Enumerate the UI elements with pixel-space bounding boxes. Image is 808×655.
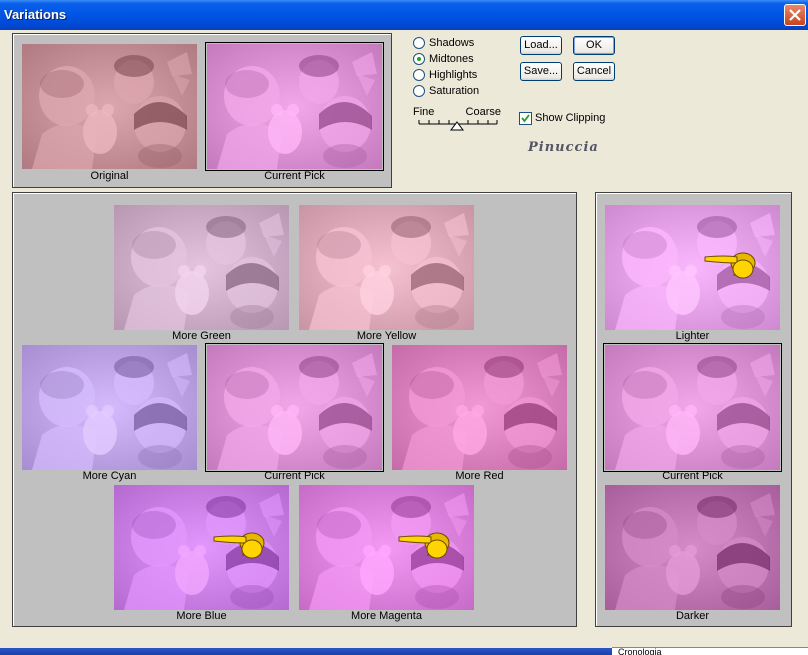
more-red-thumbnail[interactable] <box>392 345 567 470</box>
photo-image <box>207 345 382 470</box>
photo-image <box>114 205 289 330</box>
radio-circle[interactable] <box>413 37 425 49</box>
photo-image <box>605 205 780 330</box>
darker-caption: Darker <box>675 610 709 622</box>
radio-circle[interactable] <box>413 53 425 65</box>
fine-coarse-slider[interactable]: Fine Coarse <box>413 106 501 136</box>
lighter-thumbnail[interactable] <box>605 205 780 330</box>
more-magenta-thumbnail[interactable] <box>299 485 474 610</box>
darker-thumbnail[interactable] <box>605 485 780 610</box>
lighter-caption: Lighter <box>675 330 710 342</box>
radio-circle[interactable] <box>413 69 425 81</box>
more-blue-thumbnail[interactable] <box>114 485 289 610</box>
more-magenta-caption: More Magenta <box>351 610 422 622</box>
radio-circle[interactable] <box>413 85 425 97</box>
photo-image <box>605 485 780 610</box>
photo-image <box>392 345 567 470</box>
more-green-caption: More Green <box>172 330 231 342</box>
cancel-button[interactable]: Cancel <box>573 62 615 81</box>
ok-button[interactable]: OK <box>573 36 615 55</box>
radio-highlights[interactable]: Highlights <box>413 68 477 82</box>
coarse-label: Coarse <box>465 106 501 118</box>
more-cyan-caption: More Cyan <box>82 470 137 482</box>
radio-saturation[interactable]: Saturation <box>413 84 479 98</box>
photo-image <box>22 345 197 470</box>
more-green-thumbnail[interactable] <box>114 205 289 330</box>
brightness-current-pick-thumbnail[interactable] <box>603 343 782 472</box>
brightness-current-pick-caption: Current Pick <box>662 470 723 482</box>
hue-current-pick-caption: Current Pick <box>264 470 325 482</box>
show-clipping-checkbox[interactable] <box>519 112 532 125</box>
fine-label: Fine <box>413 106 435 118</box>
more-cyan-thumbnail[interactable] <box>22 345 197 470</box>
watermark-text: Pinuccia <box>528 140 599 155</box>
photo-image <box>207 44 382 169</box>
current-pick-caption: Current Pick <box>264 170 325 182</box>
more-blue-caption: More Blue <box>176 610 227 622</box>
photo-image <box>605 345 780 470</box>
photo-image <box>22 44 197 169</box>
close-icon <box>789 9 801 21</box>
current-pick-thumbnail <box>205 42 384 171</box>
more-yellow-caption: More Yellow <box>356 330 417 342</box>
more-yellow-thumbnail[interactable] <box>299 205 474 330</box>
load-button[interactable]: Load... <box>520 36 562 55</box>
radio-midtones[interactable]: Midtones <box>413 52 474 66</box>
original-thumbnail <box>22 44 197 169</box>
slider-thumb[interactable] <box>450 121 464 131</box>
save-button[interactable]: Save... <box>520 62 562 81</box>
radio-label: Highlights <box>429 69 478 81</box>
close-button[interactable] <box>784 4 806 26</box>
hue-current-pick-thumbnail[interactable] <box>205 343 384 472</box>
taskbar-panel-label: Cronologia <box>618 647 662 655</box>
window-title: Variations <box>4 7 67 22</box>
photo-image <box>299 205 474 330</box>
original-caption: Original <box>90 170 129 182</box>
radio-label: Midtones <box>429 53 474 65</box>
title-bar: Variations <box>0 0 808 30</box>
radio-shadows[interactable]: Shadows <box>413 36 474 50</box>
radio-label: Shadows <box>429 37 475 49</box>
show-clipping-label: Show Clipping <box>535 112 606 124</box>
more-red-caption: More Red <box>455 470 504 482</box>
radio-label: Saturation <box>429 85 480 97</box>
photo-image <box>114 485 289 610</box>
checkmark-icon <box>521 114 530 123</box>
taskbar-panel: Cronologia <box>612 647 808 655</box>
photo-image <box>299 485 474 610</box>
